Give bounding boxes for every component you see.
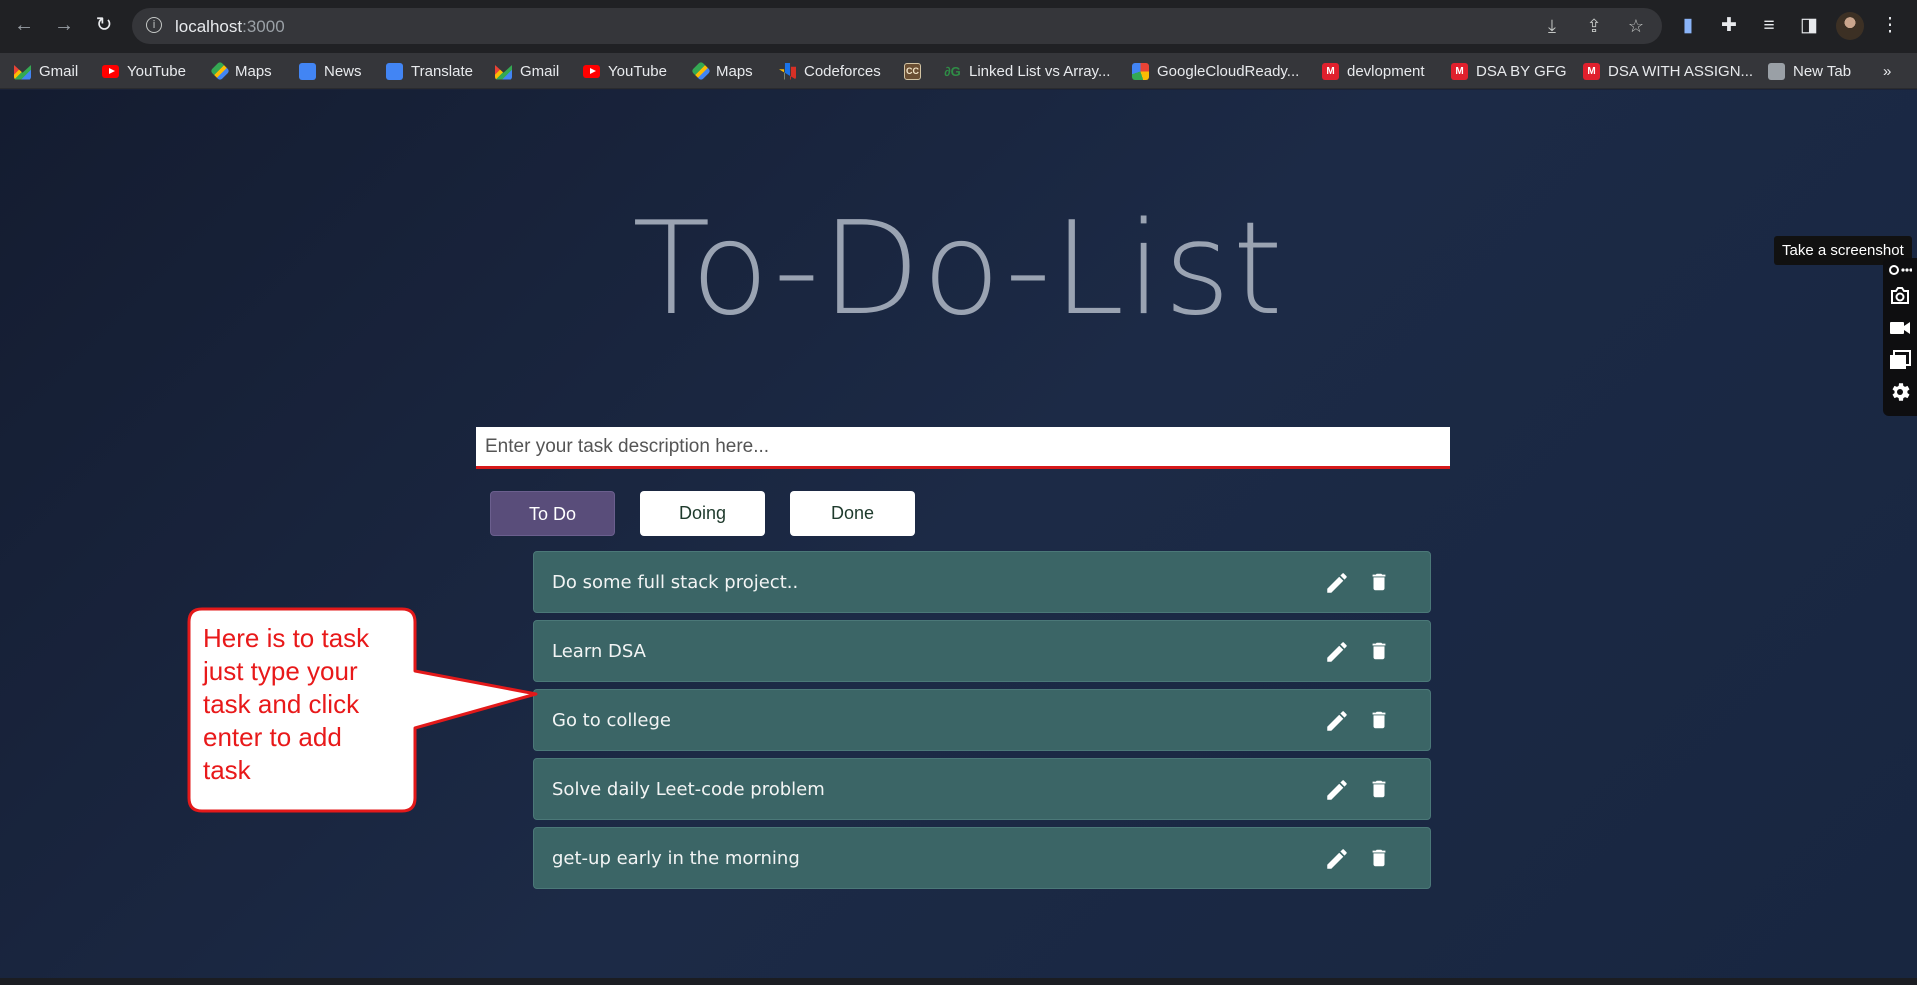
bookmarks-bar: Gmail YouTube Maps News Translate Gmail … (0, 53, 1917, 89)
delete-trash-icon[interactable] (1368, 569, 1390, 595)
task-text: get-up early in the morning (552, 848, 800, 869)
bookmark-gmail-2[interactable]: Gmail (495, 59, 559, 83)
bookmark-codechef[interactable]: CC (904, 59, 921, 83)
camera-icon[interactable] (1888, 284, 1912, 308)
callout-line: just type your (203, 656, 358, 686)
bookmark-maps-2[interactable]: Maps (691, 59, 753, 83)
maps-icon (691, 61, 711, 81)
todo-filter-button[interactable]: To Do (490, 491, 615, 536)
done-filter-button[interactable]: Done (790, 491, 915, 536)
gmail-icon (14, 65, 31, 80)
codeforces-icon (779, 62, 796, 80)
bookmark-youtube[interactable]: YouTube (102, 59, 186, 83)
address-bar[interactable]: i localhost:3000 ⤓ ⇪ ☆ (132, 8, 1662, 44)
task-item: get-up early in the morning (533, 827, 1431, 889)
callout-line: task and click (203, 689, 360, 719)
screenshot-toolbar (1883, 258, 1917, 416)
share-icon[interactable]: ⇪ (1584, 16, 1604, 36)
task-input[interactable] (476, 427, 1450, 469)
news-icon (299, 62, 316, 80)
forward-arrow-icon[interactable]: → (52, 13, 76, 37)
window-capture-icon[interactable] (1888, 348, 1912, 372)
bookmark-dsa-assign[interactable]: M DSA WITH ASSIGN... (1583, 59, 1753, 83)
bookmark-new-tab[interactable]: New Tab (1768, 59, 1851, 83)
gmail-icon (495, 65, 512, 80)
bookmark-linked-list[interactable]: ∂G Linked List vs Array... (944, 59, 1110, 83)
bookmark-devlopment[interactable]: Mdevlopment (1322, 59, 1425, 83)
profile-avatar[interactable] (1836, 12, 1864, 40)
media-controls-icon[interactable]: ≡ (1757, 14, 1781, 38)
install-app-icon[interactable]: ⤓ (1542, 16, 1562, 36)
task-text: Do some full stack project.. (552, 572, 799, 593)
edit-pencil-icon[interactable] (1324, 639, 1350, 665)
delete-trash-icon[interactable] (1368, 776, 1390, 802)
task-item: Solve daily Leet-code problem (533, 758, 1431, 820)
bookmark-codeforces[interactable]: Codeforces (779, 59, 881, 83)
edit-pencil-icon[interactable] (1324, 708, 1350, 734)
bookmark-star-icon[interactable]: ☆ (1626, 16, 1646, 36)
callout-text: Here is to task just type your task and … (203, 622, 403, 787)
callout-line: Here is to task (203, 623, 370, 653)
edit-pencil-icon[interactable] (1324, 846, 1350, 872)
browser-toolbar: ← → ↻ i localhost:3000 ⤓ ⇪ ☆ ▮ ✚ ≡ ◨ ⋮ (0, 0, 1917, 53)
mega-icon: M (1451, 62, 1468, 80)
settings-gear-icon[interactable] (1888, 380, 1912, 404)
page-content: To-Do-List To Do Doing Done Do some full… (0, 90, 1917, 985)
video-icon[interactable] (1888, 316, 1912, 340)
youtube-icon (102, 64, 119, 78)
doing-filter-button[interactable]: Doing (640, 491, 765, 536)
task-text: Learn DSA (552, 641, 646, 662)
bookmark-google-cloud[interactable]: GoogleCloudReady... (1132, 59, 1299, 83)
delete-trash-icon[interactable] (1368, 707, 1390, 733)
edit-pencil-icon[interactable] (1324, 570, 1350, 596)
more-bookmarks-button[interactable]: » (1883, 59, 1891, 83)
bookmark-youtube-2[interactable]: YouTube (583, 59, 667, 83)
maps-icon (210, 61, 230, 81)
task-list: Do some full stack project.. Learn DSA G… (533, 551, 1431, 896)
task-item: Do some full stack project.. (533, 551, 1431, 613)
translate-icon (386, 62, 403, 80)
menu-kebab-icon[interactable]: ⋮ (1878, 14, 1902, 38)
link-more-icon[interactable] (1888, 262, 1912, 278)
page-title: To-Do-List (632, 195, 1285, 344)
page-bottom-edge (0, 978, 1917, 985)
mega-icon: M (1583, 62, 1600, 80)
extensions-puzzle-icon[interactable]: ✚ (1717, 14, 1741, 38)
bookmark-maps[interactable]: Maps (210, 59, 272, 83)
back-arrow-icon[interactable]: ← (12, 13, 36, 37)
task-text: Go to college (552, 710, 671, 731)
task-text: Solve daily Leet-code problem (552, 779, 825, 800)
delete-trash-icon[interactable] (1368, 845, 1390, 871)
mega-icon: M (1322, 62, 1339, 80)
google-icon (1132, 62, 1149, 80)
reload-icon[interactable]: ↻ (92, 13, 116, 37)
extension-app-icon[interactable]: ▮ (1676, 14, 1700, 38)
geeksforgeeks-icon: ∂G (944, 63, 961, 79)
bookmark-news[interactable]: News (299, 59, 362, 83)
globe-icon (1768, 62, 1785, 80)
delete-trash-icon[interactable] (1368, 638, 1390, 664)
task-item: Learn DSA (533, 620, 1431, 682)
callout-line: enter to add (203, 722, 342, 752)
bookmark-dsa-gfg[interactable]: M DSA BY GFG (1451, 59, 1567, 83)
url-text[interactable]: localhost:3000 (175, 17, 285, 37)
youtube-icon (583, 64, 600, 78)
codechef-icon: CC (904, 62, 921, 80)
callout-line: task (203, 755, 251, 785)
side-panel-icon[interactable]: ◨ (1797, 14, 1821, 38)
task-item: Go to college (533, 689, 1431, 751)
bookmark-gmail[interactable]: Gmail (14, 59, 78, 83)
edit-pencil-icon[interactable] (1324, 777, 1350, 803)
bookmark-translate[interactable]: Translate (386, 59, 473, 83)
site-info-icon[interactable]: i (146, 17, 162, 33)
